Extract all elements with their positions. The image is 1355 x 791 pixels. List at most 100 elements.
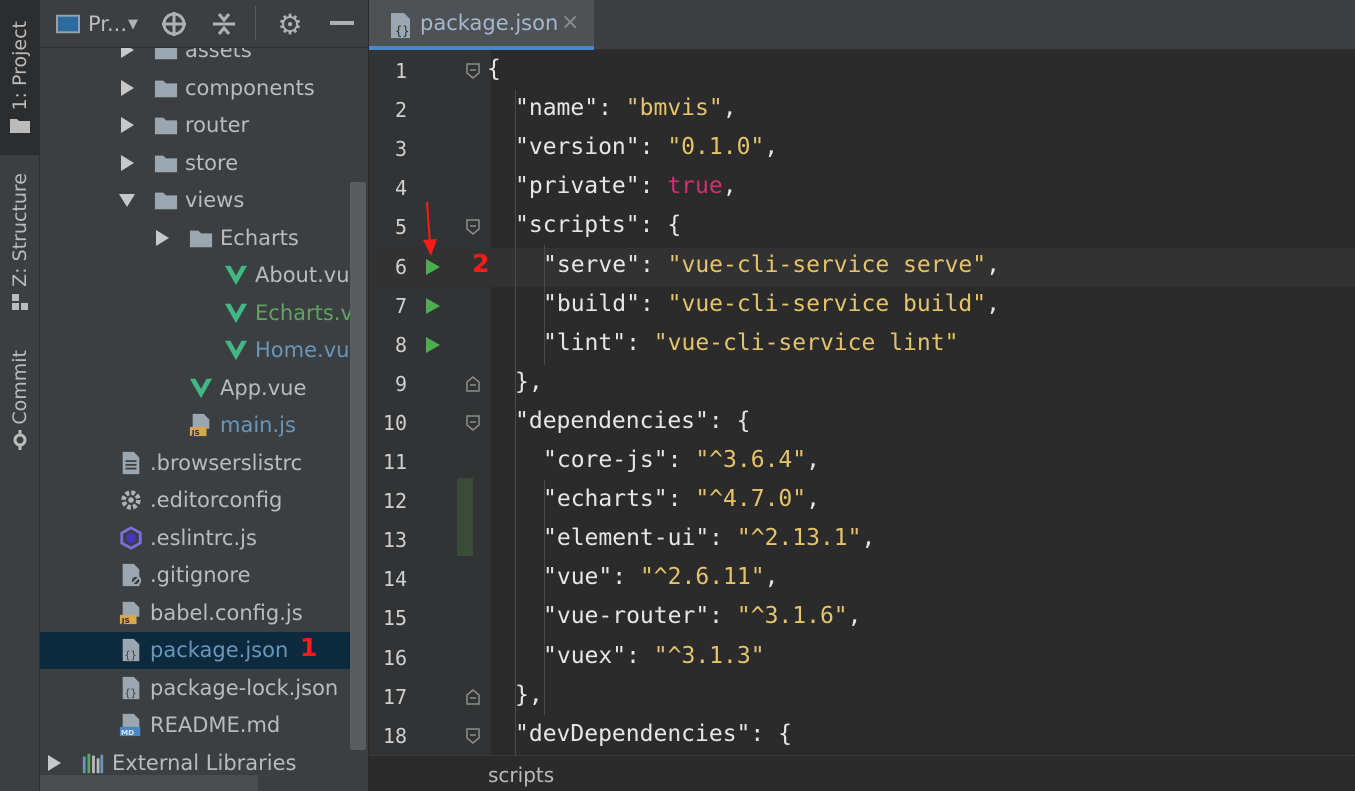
code-line[interactable]: 15 "vue-router": "^3.1.6", — [369, 599, 1355, 638]
tree-item-label: .eslintrc.js — [150, 525, 257, 550]
folder-icon — [154, 192, 178, 210]
fold-open-icon[interactable] — [466, 63, 480, 79]
tab-package-json[interactable]: {} package.json × — [369, 0, 594, 50]
code-line[interactable]: 17}, — [369, 678, 1355, 717]
svg-text:JS: JS — [191, 428, 200, 437]
tree-item-gitignore[interactable]: .gitignore — [40, 557, 350, 594]
indent-guide — [544, 245, 545, 365]
punctuation-token: , — [806, 447, 820, 473]
tree-item-browserslistrc[interactable]: .browserslistrc — [40, 445, 350, 482]
chevron-right-icon[interactable] — [121, 117, 134, 133]
tree-item-views[interactable]: views — [40, 182, 350, 219]
tree-item-label: views — [185, 188, 245, 212]
code-line[interactable]: 7 "build": "vue-cli-service build", — [369, 287, 1355, 326]
tree-item-router[interactable]: router — [40, 107, 350, 144]
chevron-right-icon[interactable] — [121, 79, 134, 96]
project-view-selector[interactable]: Pr... ▼ — [56, 8, 138, 40]
tree-item-home-vue[interactable]: Home.vue — [40, 332, 350, 369]
string-token: "^4.7.0" — [695, 486, 807, 513]
code-line[interactable]: 14 "vue": "^2.6.11", — [369, 560, 1355, 599]
code-line[interactable]: 9}, — [369, 365, 1355, 404]
settings-button[interactable]: ⚙ — [274, 8, 306, 41]
code-line[interactable]: 12 "echarts": "^4.7.0", — [369, 482, 1355, 521]
hide-panel-button[interactable] — [326, 8, 358, 40]
tree-item-app-vue[interactable]: App.vue — [40, 370, 350, 407]
fold-close-icon[interactable] — [466, 688, 480, 705]
line-number: 16 — [382, 645, 407, 670]
code-line[interactable]: 8 "lint": "vue-cli-service lint" — [369, 326, 1355, 365]
collapse-all-button[interactable] — [208, 8, 240, 40]
tree-horizontal-scrollbar[interactable] — [40, 775, 258, 791]
run-script-icon[interactable] — [426, 258, 440, 275]
code-line[interactable]: 11 "core-js": "^3.6.4", — [369, 443, 1355, 482]
indent-guide — [544, 480, 545, 715]
code-area[interactable]: 1{2 "name": "bmvis", 3 "version": "0.1.0", 4… — [369, 50, 1355, 755]
tool-tab-commit[interactable]: Commit — [0, 340, 40, 460]
fold-open-icon[interactable] — [466, 727, 480, 744]
locate-button[interactable] — [158, 8, 190, 40]
code-line[interactable]: 2 "name": "bmvis", — [369, 91, 1355, 130]
run-script-icon[interactable] — [426, 336, 440, 353]
code-text: { — [487, 56, 501, 82]
code-line[interactable]: 10 "dependencies": { — [369, 404, 1355, 443]
chevron-right-icon[interactable] — [48, 754, 61, 771]
fold-open-icon[interactable] — [466, 415, 480, 431]
tree-item-package-lock-json[interactable]: {} package-lock.json — [40, 670, 350, 707]
code-line[interactable]: 18 "devDependencies": { — [369, 717, 1355, 755]
breadcrumb[interactable]: scripts — [488, 763, 554, 787]
code-line[interactable]: 5 "scripts": { — [369, 208, 1355, 247]
tree-item-components[interactable]: components — [40, 70, 350, 107]
tree-item-echarts-vue[interactable]: Echarts.vue — [40, 295, 350, 332]
key-token: "version" — [515, 134, 640, 161]
line-number: 10 — [382, 410, 407, 435]
tree-item-label: store — [185, 150, 239, 175]
code-line[interactable]: 16 "vuex": "^3.1.3" — [369, 639, 1355, 678]
close-icon[interactable]: × — [561, 10, 579, 35]
svg-text:JS: JS — [121, 616, 130, 625]
code-line[interactable]: 3 "version": "0.1.0", — [369, 130, 1355, 169]
key-token: "vuex" — [543, 642, 627, 669]
code-line[interactable]: 6 "serve": "vue-cli-service serve", — [369, 247, 1355, 287]
tree-item-echarts[interactable]: Echarts — [40, 220, 350, 257]
tree-item-readme-md[interactable]: MD README.md — [40, 707, 350, 744]
chevron-down-icon[interactable] — [119, 194, 135, 207]
tree-item-store[interactable]: store — [40, 145, 350, 182]
code-line[interactable]: 1{ — [369, 52, 1355, 91]
punctuation-token: : — [626, 329, 654, 356]
punctuation-token: : { — [639, 212, 682, 239]
fold-close-icon[interactable] — [466, 375, 480, 392]
key-token: "vue" — [543, 564, 613, 591]
tree-scrollbar[interactable] — [350, 182, 366, 750]
tree-item-label: main.js — [220, 413, 296, 437]
text-file-icon — [122, 451, 140, 474]
tree-item-assets[interactable]: assets — [40, 48, 350, 69]
svg-text:MD: MD — [121, 728, 134, 737]
line-number: 2 — [394, 98, 407, 123]
tree-item-editorconfig[interactable]: .editorconfig — [40, 482, 350, 519]
fold-open-icon[interactable] — [466, 219, 480, 236]
indent-guide — [515, 90, 516, 755]
code-line[interactable]: 4 "private": true, — [369, 169, 1355, 208]
chevron-right-icon[interactable] — [156, 229, 169, 246]
tree-item-about-vue[interactable]: About.vue — [40, 257, 350, 294]
chevron-right-icon[interactable] — [121, 48, 134, 58]
code-text: "version": "0.1.0", — [515, 134, 778, 160]
punctuation-token: , — [986, 251, 1000, 278]
tree-item-main-js[interactable]: JS main.js — [40, 407, 350, 444]
collapse-icon — [213, 13, 235, 35]
tool-tab-project[interactable]: 1: Project — [0, 0, 40, 155]
tree-item-eslintrc-js[interactable]: .eslintrc.js — [40, 520, 350, 557]
string-token: "^3.6.4" — [695, 447, 807, 473]
project-toolbar: Pr... ▼ ⚙ — [40, 0, 368, 48]
tree-item-label: README.md — [150, 713, 281, 737]
tree-item-babel-config-js[interactable]: JS babel.config.js — [40, 595, 350, 632]
libraries-icon — [82, 753, 104, 773]
run-script-icon[interactable] — [426, 297, 440, 314]
tool-tab-structure[interactable]: Z: Structure — [0, 165, 40, 320]
tree-item-label: Echarts — [220, 225, 299, 250]
line-number: 3 — [394, 137, 407, 162]
json-file-icon: {} — [122, 638, 140, 661]
js-file-icon: JS — [189, 413, 210, 437]
chevron-right-icon[interactable] — [121, 154, 134, 171]
code-line[interactable]: 13 "element-ui": "^2.13.1", — [369, 521, 1355, 560]
